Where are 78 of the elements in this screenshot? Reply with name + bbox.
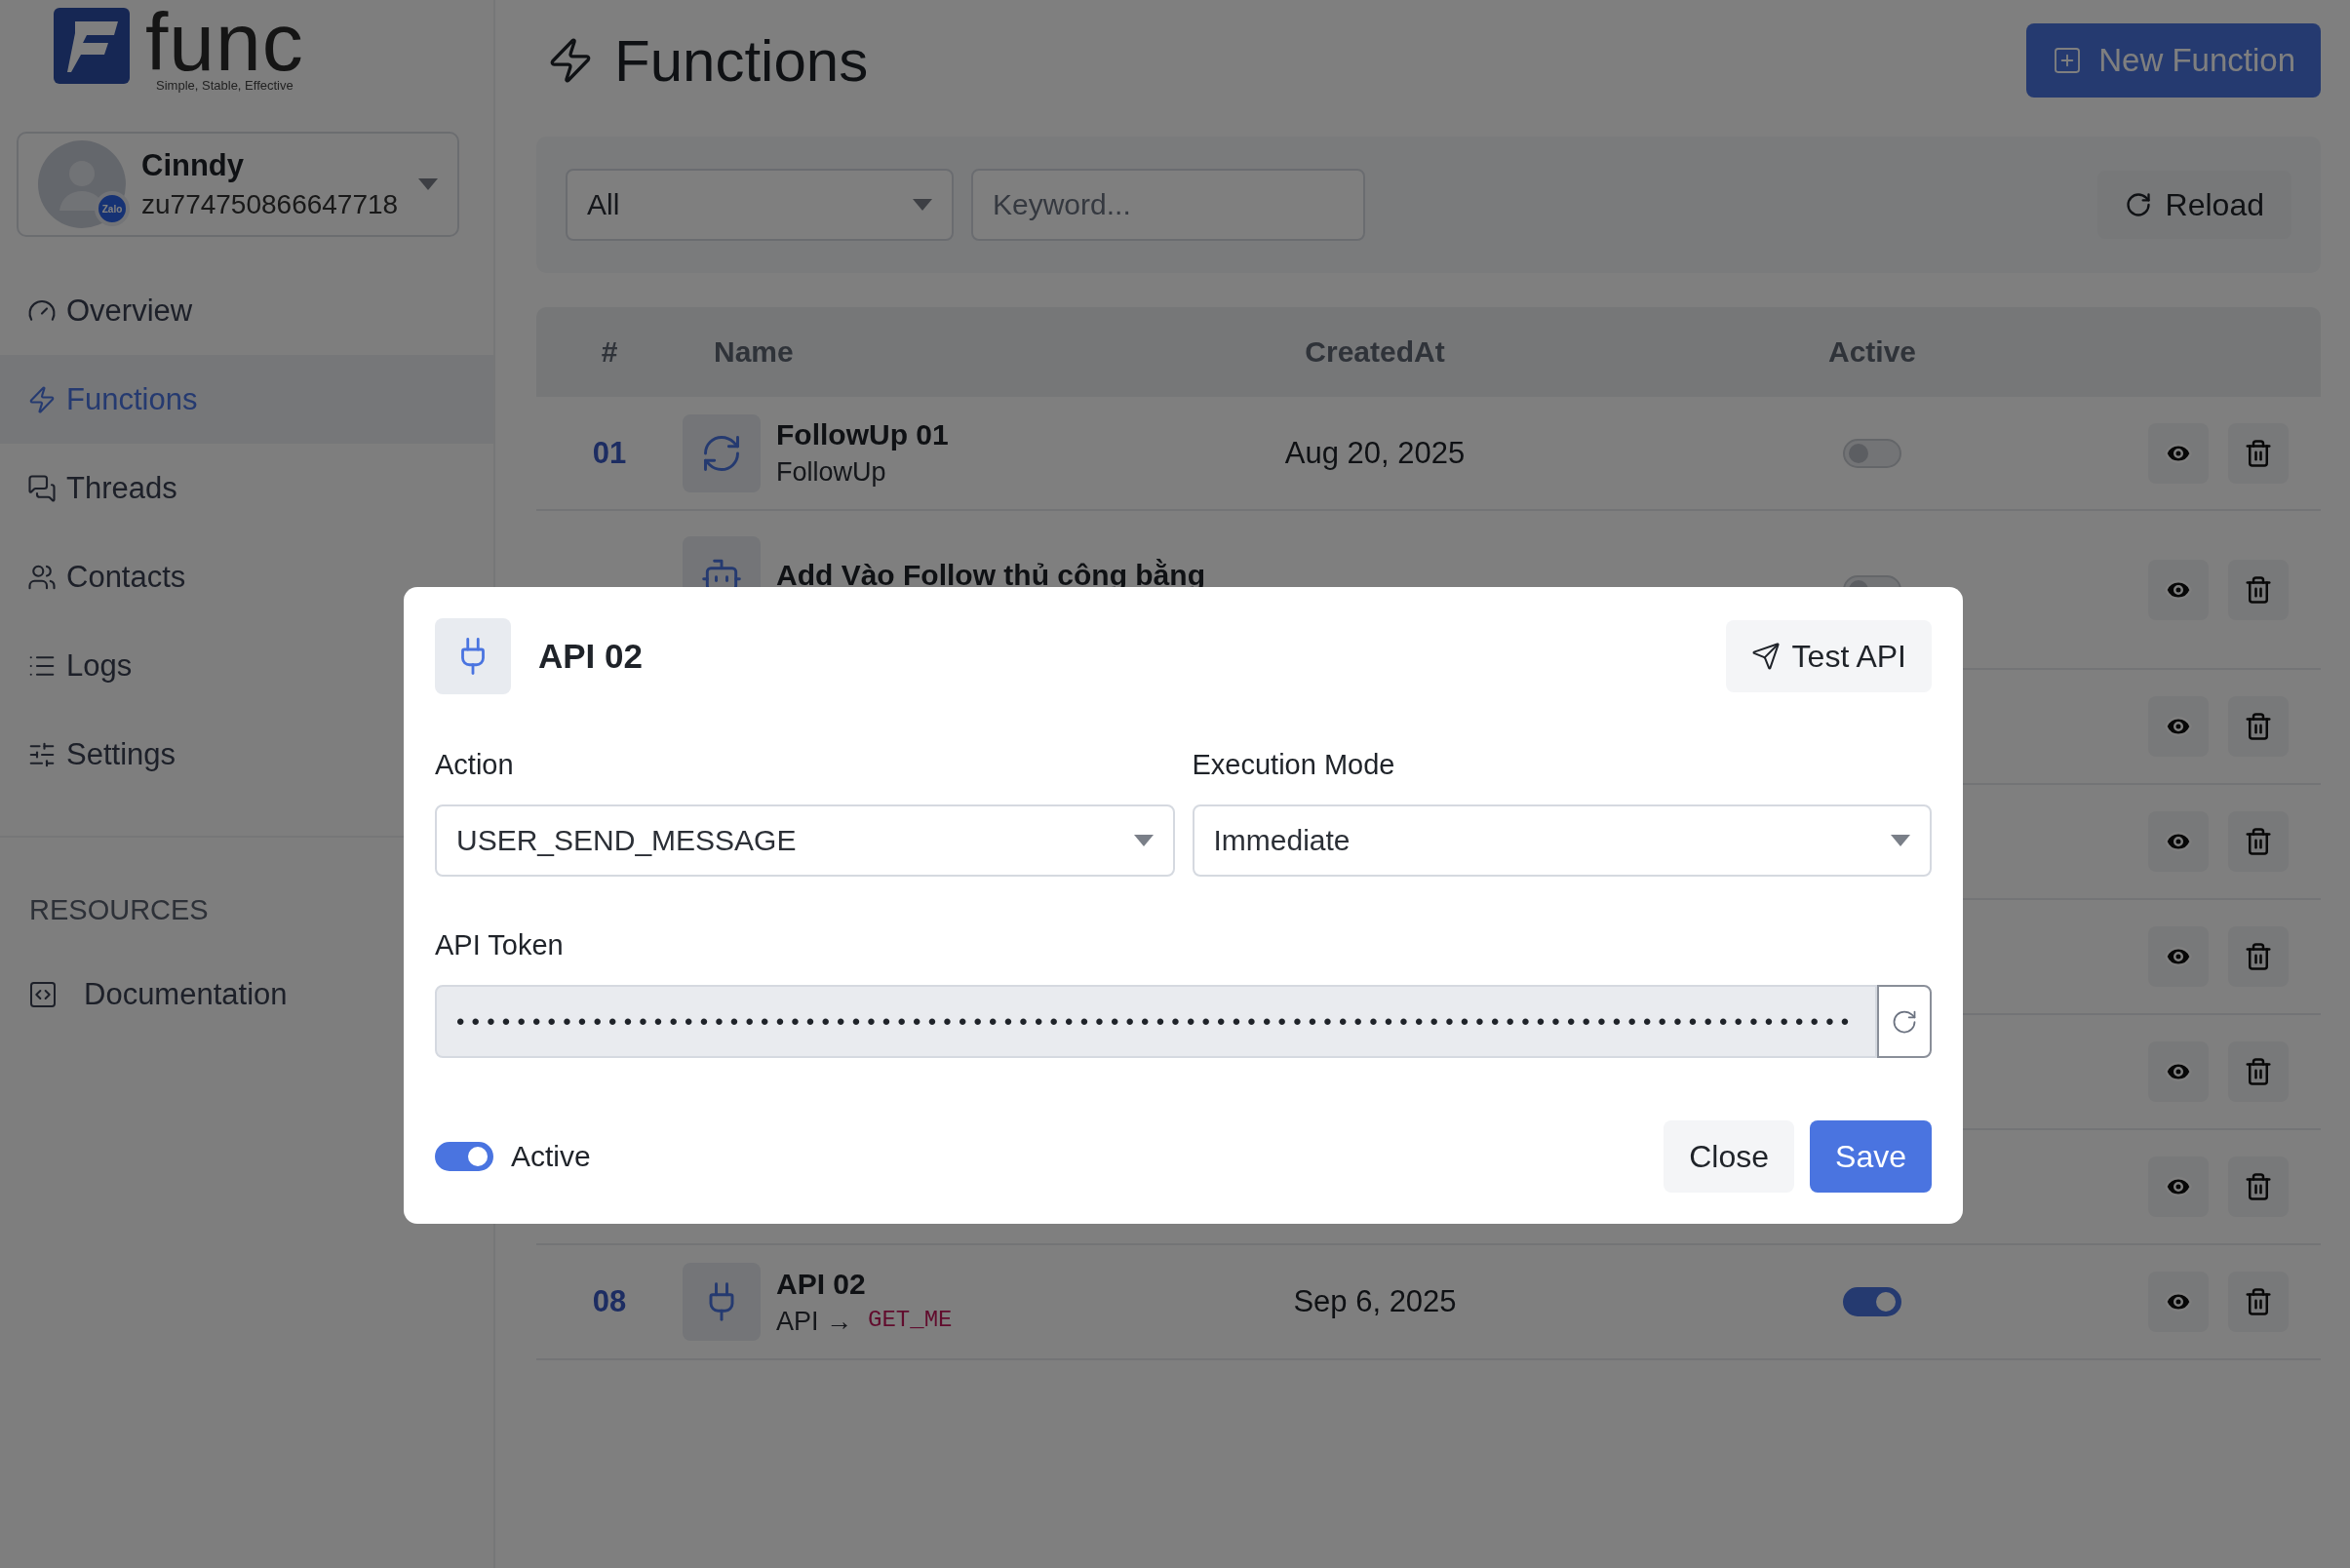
function-type: FollowUp (776, 457, 886, 488)
dialog-title: API 02 (538, 637, 643, 676)
trash-icon (2244, 1057, 2273, 1086)
logo-tagline: Simple, Stable, Effective (156, 78, 294, 93)
view-button[interactable] (2148, 811, 2209, 872)
function-type: API → (776, 1306, 853, 1337)
nav-item[interactable]: Overview (0, 266, 493, 355)
select-field[interactable]: USER_SEND_MESSAGE (435, 804, 1175, 877)
delete-button[interactable] (2228, 1041, 2289, 1102)
toggle-label: Active (511, 1140, 591, 1173)
function-code: GET_ME (868, 1306, 953, 1335)
close-button[interactable]: Close (1664, 1120, 1795, 1193)
toggle-switch[interactable] (1843, 1287, 1901, 1316)
toggle-switch[interactable] (435, 1142, 493, 1171)
code-icon (27, 979, 59, 1010)
view-button[interactable] (2148, 926, 2209, 987)
view-button[interactable] (2148, 1272, 2209, 1332)
nav-item[interactable]: Functions (0, 355, 493, 444)
column-header: Name (713, 335, 795, 369)
view-button[interactable] (2148, 559, 2209, 620)
logo-icon (54, 8, 130, 84)
account-switcher[interactable]: Zalo Cinndy zu774750866647718 (17, 132, 459, 237)
nav-item[interactable]: Threads (0, 444, 493, 532)
caret-icon (418, 178, 438, 190)
keyword-field[interactable]: Keyword... (971, 169, 1365, 241)
column-header: # (600, 335, 619, 369)
nav-item[interactable]: Contacts (0, 532, 493, 621)
field-label: API Token (435, 929, 565, 961)
account-name: Cinndy (141, 148, 246, 183)
lightning-icon (27, 384, 57, 414)
created-date: Aug 20, 2025 (1283, 435, 1467, 471)
trash-icon (2244, 1287, 2273, 1316)
trash-icon (2244, 1172, 2273, 1201)
view-button[interactable] (2148, 422, 2209, 484)
section-heading: RESOURCES (29, 894, 210, 926)
delete-button[interactable] (2228, 696, 2289, 757)
field-label: Execution Mode (1192, 749, 1396, 781)
regenerate-button[interactable] (1877, 985, 1932, 1058)
delete-button[interactable] (2228, 1156, 2289, 1217)
row-number: 01 (591, 435, 628, 471)
save-button[interactable]: Save (1810, 1120, 1932, 1193)
token-field[interactable]: •••••••••••••••••••••••••••••••••••••••••••••••••••••••••••••••••••••••••••••••••••••••••••• (435, 985, 1878, 1058)
toggle-switch[interactable] (1843, 438, 1901, 468)
row-number: 08 (591, 1284, 628, 1319)
select-field[interactable]: Immediate (1192, 804, 1932, 877)
zalo-badge: Zalo (95, 191, 130, 226)
caret-icon (913, 199, 932, 211)
view-button[interactable] (2148, 1041, 2209, 1102)
logo-wordmark: func (145, 8, 304, 76)
reload-icon (2124, 191, 2152, 218)
created-date: Sep 6, 2025 (1292, 1284, 1458, 1319)
send-icon (1750, 642, 1781, 671)
view-button[interactable] (2148, 696, 2209, 757)
trash-icon (2244, 942, 2273, 971)
column-header: Active (1826, 335, 1917, 369)
delete-button[interactable] (2228, 422, 2289, 484)
page-title: Functions (614, 26, 869, 95)
caret-icon (1133, 835, 1154, 846)
delete-button[interactable] (2228, 811, 2289, 872)
type-select[interactable]: All (566, 169, 954, 241)
delete-button[interactable] (2228, 559, 2289, 620)
trash-icon (2244, 827, 2273, 856)
function-name: FollowUp 01 (776, 418, 949, 451)
account-id: zu774750866647718 (141, 189, 400, 220)
caret-icon (1891, 835, 1910, 846)
new-function-button[interactable]: New Function (2026, 23, 2321, 98)
function-name: API 02 (776, 1267, 867, 1301)
field-label: Action (435, 749, 515, 781)
trash-icon (2244, 712, 2273, 741)
chat-bubbles-icon (27, 473, 57, 503)
trash-icon (2244, 574, 2273, 605)
nav-item[interactable]: Logs (0, 621, 493, 710)
column-header: CreatedAt (1304, 335, 1446, 369)
trash-icon (2244, 438, 2273, 468)
test-api-button[interactable]: Test API (1725, 620, 1932, 692)
delete-button[interactable] (2228, 926, 2289, 987)
delete-button[interactable] (2228, 1272, 2289, 1332)
view-button[interactable] (2148, 1156, 2209, 1217)
